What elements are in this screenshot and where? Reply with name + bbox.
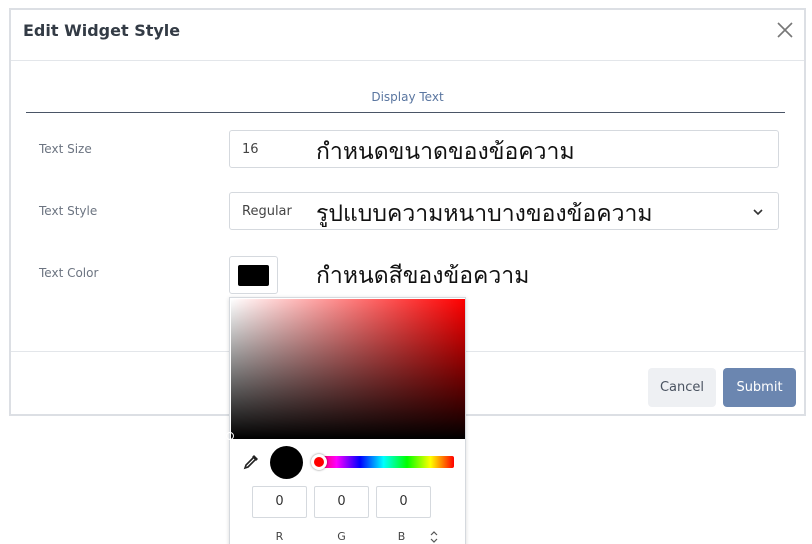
close-icon[interactable] bbox=[774, 19, 796, 41]
text-color-label: Text Color bbox=[39, 266, 99, 280]
green-label: G bbox=[337, 530, 346, 543]
dialog-title: Edit Widget Style bbox=[23, 21, 181, 40]
text-style-label: Text Style bbox=[39, 204, 98, 218]
cancel-button[interactable]: Cancel bbox=[648, 368, 716, 407]
text-size-label: Text Size bbox=[39, 142, 92, 156]
text-size-annotation: กำหนดขนาดของข้อความ bbox=[316, 139, 575, 165]
tab-display-text[interactable]: Display Text bbox=[11, 90, 804, 104]
text-color-annotation: กำหนดสีของข้อความ bbox=[316, 263, 530, 289]
red-label: R bbox=[275, 530, 284, 543]
hue-slider-handle[interactable] bbox=[311, 454, 327, 470]
blue-input[interactable]: 0 bbox=[376, 486, 431, 518]
text-style-annotation: รูปแบบความหนาบางของข้อความ bbox=[316, 201, 653, 227]
color-picker-popover: 0 0 0 R G B bbox=[226, 297, 466, 544]
tab-underline bbox=[26, 112, 785, 113]
chevron-down-icon bbox=[753, 209, 763, 216]
format-toggle-icon[interactable] bbox=[429, 531, 439, 543]
submit-button[interactable]: Submit bbox=[723, 368, 796, 407]
hue-slider[interactable] bbox=[313, 456, 454, 468]
dialog-header: Edit Widget Style bbox=[11, 10, 804, 61]
green-input[interactable]: 0 bbox=[314, 486, 369, 518]
text-size-value: 16 bbox=[242, 142, 259, 157]
color-preview bbox=[270, 446, 303, 479]
saturation-area[interactable] bbox=[231, 299, 465, 439]
text-style-value: Regular bbox=[242, 204, 292, 219]
blue-label: B bbox=[397, 530, 406, 543]
red-input[interactable]: 0 bbox=[252, 486, 307, 518]
saturation-handle[interactable] bbox=[226, 432, 234, 440]
text-color-swatch bbox=[238, 265, 269, 286]
text-color-button[interactable] bbox=[229, 256, 278, 294]
eyedropper-icon[interactable] bbox=[242, 453, 260, 471]
